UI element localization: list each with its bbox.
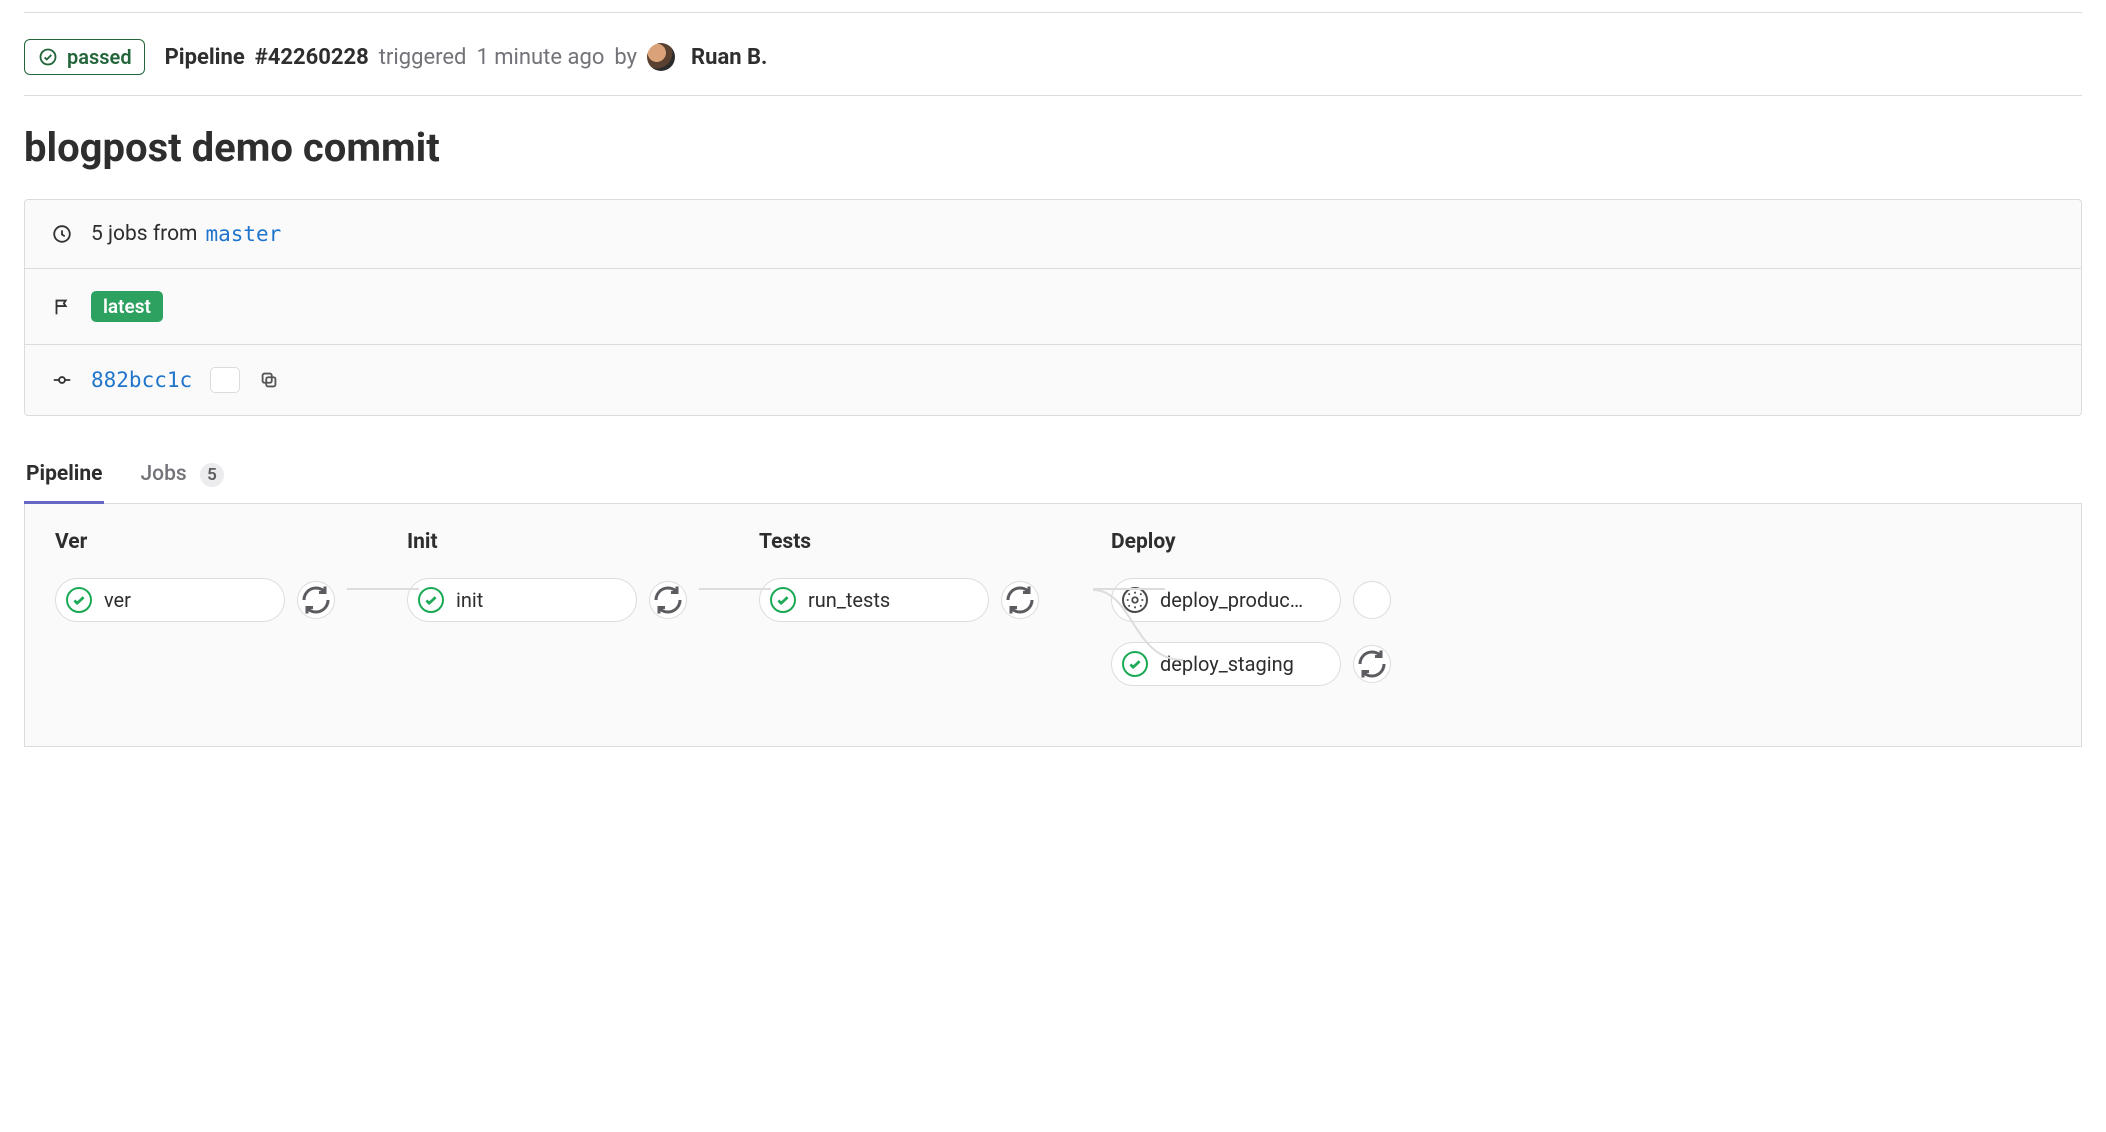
stage-title: Init <box>407 530 687 554</box>
stage-title: Ver <box>55 530 335 554</box>
pipeline-graph: Ver ver I <box>24 504 2082 747</box>
by-label: by <box>614 45 637 70</box>
status-label: passed <box>67 45 132 69</box>
job-ver[interactable]: ver <box>55 578 285 622</box>
info-row-tags: latest <box>25 269 2081 345</box>
job-init[interactable]: init <box>407 578 637 622</box>
check-circle-icon <box>770 587 796 613</box>
flag-icon <box>51 296 73 318</box>
retry-button[interactable] <box>1353 645 1391 683</box>
latest-badge[interactable]: latest <box>91 291 163 322</box>
job-name: init <box>456 588 483 612</box>
avatar[interactable] <box>647 43 675 71</box>
branch-link[interactable]: master <box>205 222 281 246</box>
tab-pipeline-label: Pipeline <box>26 462 102 486</box>
job-name: run_tests <box>808 588 890 612</box>
status-badge-passed[interactable]: passed <box>24 39 145 75</box>
retry-button[interactable] <box>649 581 687 619</box>
pipeline-id[interactable]: #42260228 <box>255 45 369 70</box>
job-row: init <box>407 578 687 622</box>
job-row: ver <box>55 578 335 622</box>
pipeline-word: Pipeline <box>165 45 245 70</box>
connector-curve <box>1093 590 1183 662</box>
check-circle-icon <box>418 587 444 613</box>
stage-title: Deploy <box>1111 530 1391 554</box>
header-divider <box>24 95 2082 96</box>
tabs: Pipeline Jobs 5 <box>24 452 2082 504</box>
copy-icon[interactable] <box>258 369 280 391</box>
tab-pipeline[interactable]: Pipeline <box>24 452 104 503</box>
tab-jobs-count: 5 <box>200 463 224 487</box>
pipeline-header: passed Pipeline #42260228 triggered 1 mi… <box>24 33 2082 95</box>
job-name: ver <box>104 588 131 612</box>
connector <box>347 588 419 590</box>
tab-jobs-label: Jobs <box>140 462 186 486</box>
jobs-count-text: 5 jobs from <box>91 222 197 246</box>
stage-title: Tests <box>759 530 1039 554</box>
play-button[interactable] <box>1353 581 1391 619</box>
stage-init: Init init <box>407 530 687 622</box>
commit-icon <box>51 369 73 391</box>
tab-jobs[interactable]: Jobs 5 <box>138 452 225 503</box>
retry-button[interactable] <box>297 581 335 619</box>
triggered-label: triggered <box>379 45 467 70</box>
user-name[interactable]: Ruan B. <box>691 45 767 70</box>
commit-title: blogpost demo commit <box>24 124 2082 171</box>
more-button[interactable] <box>210 367 240 393</box>
info-row-jobs: 5 jobs from master <box>25 200 2081 269</box>
clock-icon <box>51 223 73 245</box>
stage-tests: Tests run_tests <box>759 530 1039 622</box>
stage-ver: Ver ver <box>55 530 335 622</box>
check-circle-icon <box>66 587 92 613</box>
retry-button[interactable] <box>1001 581 1039 619</box>
top-divider <box>24 12 2082 13</box>
job-run-tests[interactable]: run_tests <box>759 578 989 622</box>
pipeline-header-text: Pipeline #42260228 triggered 1 minute ag… <box>165 43 768 71</box>
check-circle-icon <box>37 46 59 68</box>
connector <box>699 588 771 590</box>
commit-sha-link[interactable]: 882bcc1c <box>91 368 192 392</box>
info-row-commit: 882bcc1c <box>25 345 2081 415</box>
time-ago: 1 minute ago <box>476 45 604 70</box>
job-row: run_tests <box>759 578 1039 622</box>
pipeline-info-box: 5 jobs from master latest 882bcc1c <box>24 199 2082 416</box>
